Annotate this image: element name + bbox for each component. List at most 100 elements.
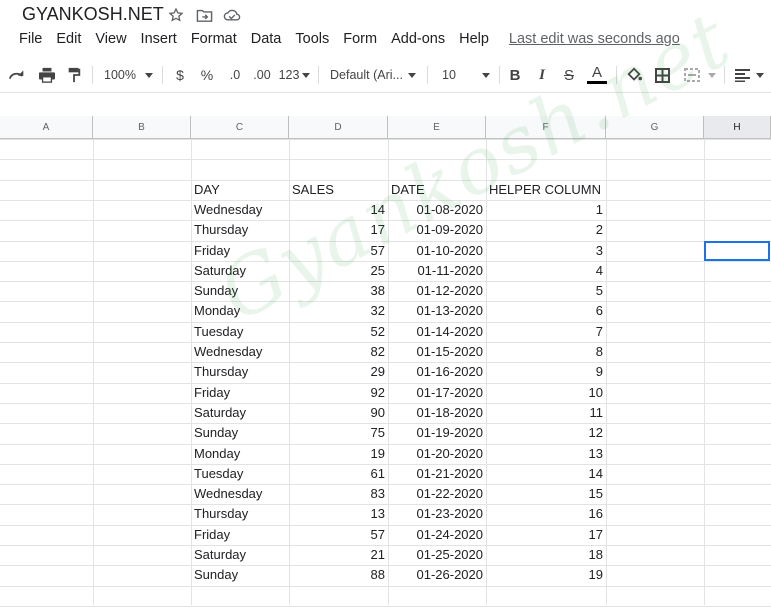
table-cell[interactable]: Tuesday bbox=[194, 322, 286, 342]
header-cell[interactable]: DATE bbox=[391, 180, 483, 200]
table-cell[interactable]: Saturday bbox=[194, 261, 286, 281]
table-cell[interactable]: 92 bbox=[292, 383, 385, 403]
menu-data[interactable]: Data bbox=[251, 31, 282, 47]
table-cell[interactable]: 01-14-2020 bbox=[391, 322, 484, 342]
table-cell[interactable]: 01-10-2020 bbox=[391, 241, 484, 261]
table-cell[interactable]: 01-08-2020 bbox=[391, 200, 484, 220]
header-cell[interactable]: SALES bbox=[292, 180, 385, 200]
table-cell[interactable]: 57 bbox=[292, 241, 385, 261]
borders-icon[interactable] bbox=[652, 60, 672, 90]
table-cell[interactable]: Tuesday bbox=[194, 464, 286, 484]
table-cell[interactable]: 01-09-2020 bbox=[391, 220, 484, 240]
table-cell[interactable]: 5 bbox=[489, 281, 603, 301]
table-cell[interactable]: Wednesday bbox=[194, 342, 286, 362]
formula-bar[interactable] bbox=[0, 92, 771, 118]
paint-format-icon[interactable] bbox=[64, 60, 84, 90]
table-cell[interactable]: 01-13-2020 bbox=[391, 301, 484, 321]
chevron-down-icon[interactable] bbox=[143, 60, 155, 90]
table-cell[interactable]: 6 bbox=[489, 301, 603, 321]
table-cell[interactable]: Saturday bbox=[194, 403, 286, 423]
italic-button[interactable]: I bbox=[533, 60, 551, 90]
menu-addons[interactable]: Add-ons bbox=[391, 31, 445, 47]
align-left-icon[interactable] bbox=[732, 60, 752, 90]
table-cell[interactable]: 21 bbox=[292, 545, 385, 565]
table-cell[interactable]: Friday bbox=[194, 241, 286, 261]
table-cell[interactable]: 13 bbox=[489, 444, 603, 464]
font-select[interactable]: Default (Ari... bbox=[330, 60, 404, 90]
table-cell[interactable]: 9 bbox=[489, 362, 603, 382]
table-cell[interactable]: 01-18-2020 bbox=[391, 403, 484, 423]
table-cell[interactable]: 01-12-2020 bbox=[391, 281, 484, 301]
column-header-d[interactable]: D bbox=[289, 116, 388, 139]
table-cell[interactable]: 15 bbox=[489, 484, 603, 504]
table-cell[interactable]: 16 bbox=[489, 504, 603, 524]
table-cell[interactable]: 32 bbox=[292, 301, 385, 321]
table-cell[interactable]: 01-26-2020 bbox=[391, 565, 484, 585]
table-cell[interactable]: 14 bbox=[489, 464, 603, 484]
table-cell[interactable]: 90 bbox=[292, 403, 385, 423]
chevron-down-icon[interactable] bbox=[480, 60, 492, 90]
table-cell[interactable]: Thursday bbox=[194, 504, 286, 524]
decrease-decimal-button[interactable]: .0 bbox=[224, 60, 246, 90]
column-header-a[interactable]: A bbox=[0, 116, 93, 139]
column-header-c[interactable]: C bbox=[191, 116, 289, 139]
table-cell[interactable]: 2 bbox=[489, 220, 603, 240]
table-cell[interactable]: 01-19-2020 bbox=[391, 423, 484, 443]
column-header-g[interactable]: G bbox=[606, 116, 704, 139]
table-cell[interactable]: 01-21-2020 bbox=[391, 464, 484, 484]
table-cell[interactable]: 01-25-2020 bbox=[391, 545, 484, 565]
table-cell[interactable]: Friday bbox=[194, 525, 286, 545]
table-cell[interactable]: 25 bbox=[292, 261, 385, 281]
zoom-select[interactable]: 100% bbox=[100, 60, 140, 90]
font-size-select[interactable]: 10 bbox=[440, 60, 458, 90]
menu-form[interactable]: Form bbox=[343, 31, 377, 47]
table-cell[interactable]: 17 bbox=[489, 525, 603, 545]
increase-decimal-button[interactable]: .00 bbox=[250, 60, 274, 90]
table-cell[interactable]: Wednesday bbox=[194, 200, 286, 220]
table-cell[interactable]: 11 bbox=[489, 403, 604, 423]
table-cell[interactable]: 01-16-2020 bbox=[391, 362, 484, 382]
table-cell[interactable]: 83 bbox=[292, 484, 385, 504]
table-cell[interactable]: 01-20-2020 bbox=[391, 444, 484, 464]
column-header-h[interactable]: H bbox=[704, 116, 771, 139]
table-cell[interactable]: 61 bbox=[292, 464, 385, 484]
table-cell[interactable]: Monday bbox=[194, 301, 286, 321]
active-cell[interactable] bbox=[704, 241, 770, 261]
bold-button[interactable]: B bbox=[506, 60, 524, 90]
chevron-down-icon[interactable] bbox=[754, 60, 766, 90]
table-cell[interactable]: Sunday bbox=[194, 423, 286, 443]
last-edit-link[interactable]: Last edit was seconds ago bbox=[509, 31, 680, 47]
table-cell[interactable]: 82 bbox=[292, 342, 385, 362]
table-cell[interactable]: Sunday bbox=[194, 281, 286, 301]
fill-color-icon[interactable] bbox=[624, 60, 644, 90]
table-cell[interactable]: 19 bbox=[489, 565, 603, 585]
chevron-down-icon[interactable] bbox=[706, 60, 718, 90]
menu-file[interactable]: File bbox=[19, 31, 42, 47]
menu-tools[interactable]: Tools bbox=[295, 31, 329, 47]
table-cell[interactable]: 75 bbox=[292, 423, 385, 443]
table-cell[interactable]: 01-17-2020 bbox=[391, 383, 484, 403]
table-cell[interactable]: 38 bbox=[292, 281, 385, 301]
table-cell[interactable]: 8 bbox=[489, 342, 603, 362]
table-cell[interactable]: 88 bbox=[292, 565, 385, 585]
menu-help[interactable]: Help bbox=[459, 31, 489, 47]
table-cell[interactable]: 52 bbox=[292, 322, 385, 342]
table-cell[interactable]: 17 bbox=[292, 220, 385, 240]
table-cell[interactable]: Sunday bbox=[194, 565, 286, 585]
column-header-e[interactable]: E bbox=[388, 116, 486, 139]
chevron-down-icon[interactable] bbox=[406, 60, 418, 90]
table-cell[interactable]: 57 bbox=[292, 525, 385, 545]
table-cell[interactable]: 19 bbox=[292, 444, 385, 464]
table-cell[interactable]: Wednesday bbox=[194, 484, 286, 504]
header-cell[interactable]: DAY bbox=[194, 180, 286, 200]
table-cell[interactable]: 4 bbox=[489, 261, 603, 281]
table-cell[interactable]: Thursday bbox=[194, 220, 286, 240]
table-cell[interactable]: Thursday bbox=[194, 362, 286, 382]
table-cell[interactable]: 01-24-2020 bbox=[391, 525, 484, 545]
table-cell[interactable]: 7 bbox=[489, 322, 603, 342]
table-cell[interactable]: 01-11-2020 bbox=[391, 261, 483, 281]
table-cell[interactable]: 01-23-2020 bbox=[391, 504, 484, 524]
table-cell[interactable]: 01-15-2020 bbox=[391, 342, 484, 362]
table-cell[interactable]: 29 bbox=[292, 362, 385, 382]
table-cell[interactable]: 01-22-2020 bbox=[391, 484, 484, 504]
